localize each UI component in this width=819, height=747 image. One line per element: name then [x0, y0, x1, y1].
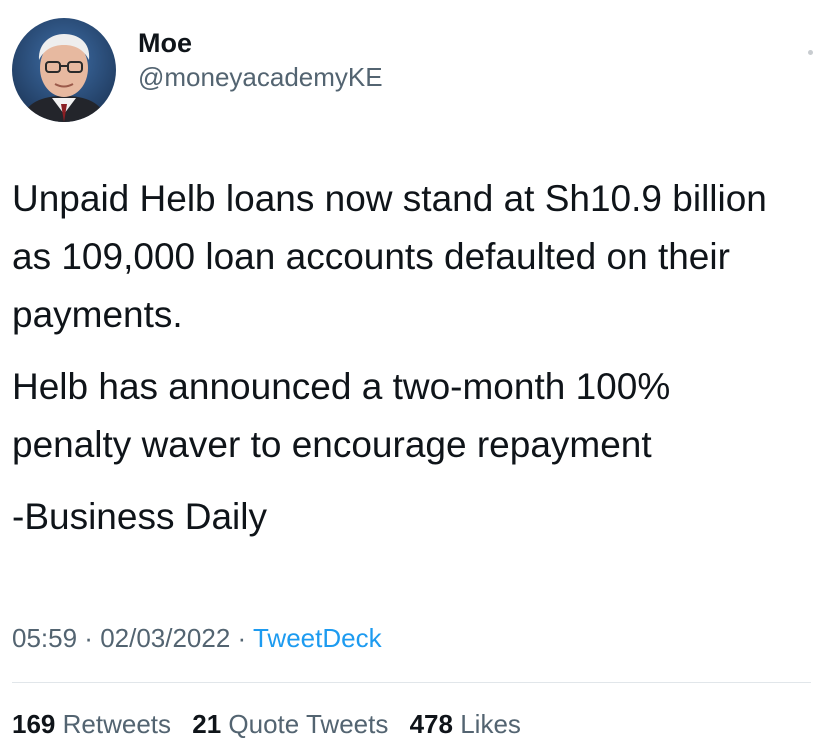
quote-tweets-stat[interactable]: 21 Quote Tweets — [192, 709, 388, 739]
retweets-label: Retweets — [62, 709, 172, 739]
tweet-time[interactable]: 05:59 — [12, 623, 77, 653]
avatar[interactable] — [12, 18, 116, 122]
tweet-date[interactable]: 02/03/2022 — [100, 623, 230, 653]
tweet-paragraph: Unpaid Helb loans now stand at Sh10.9 bi… — [12, 178, 767, 335]
meta-separator: · — [230, 623, 253, 653]
tweet-meta: 05:59 · 02/03/2022 · TweetDeck — [12, 620, 382, 656]
tweet-paragraph: Helb has announced a two-month 100% pena… — [12, 366, 671, 465]
likes-stat[interactable]: 478 Likes — [410, 709, 521, 739]
retweets-count: 169 — [12, 709, 56, 739]
user-handle[interactable]: @moneyacademyKE — [138, 60, 383, 94]
tweet-card: Moe @moneyacademyKE Unpaid Helb loans no… — [0, 0, 819, 747]
user-avatar-icon — [12, 18, 116, 122]
tweet-paragraph: -Business Daily — [12, 496, 267, 537]
display-name[interactable]: Moe — [138, 26, 383, 60]
author-names: Moe @moneyacademyKE — [138, 26, 383, 94]
meta-separator: · — [77, 623, 101, 653]
quote-tweets-count: 21 — [192, 709, 222, 739]
divider — [12, 682, 811, 683]
likes-label: Likes — [460, 709, 521, 739]
retweets-stat[interactable]: 169 Retweets — [12, 709, 171, 739]
more-options-icon[interactable] — [808, 50, 813, 55]
tweet-header: Moe @moneyacademyKE — [12, 18, 383, 122]
tweet-source-link[interactable]: TweetDeck — [253, 623, 382, 653]
likes-count: 478 — [409, 709, 453, 739]
quote-tweets-label: Quote Tweets — [228, 709, 389, 739]
tweet-stats: 169 Retweets 21 Quote Tweets 478 Likes — [12, 706, 535, 742]
tweet-body: Unpaid Helb loans now stand at Sh10.9 bi… — [12, 170, 799, 560]
